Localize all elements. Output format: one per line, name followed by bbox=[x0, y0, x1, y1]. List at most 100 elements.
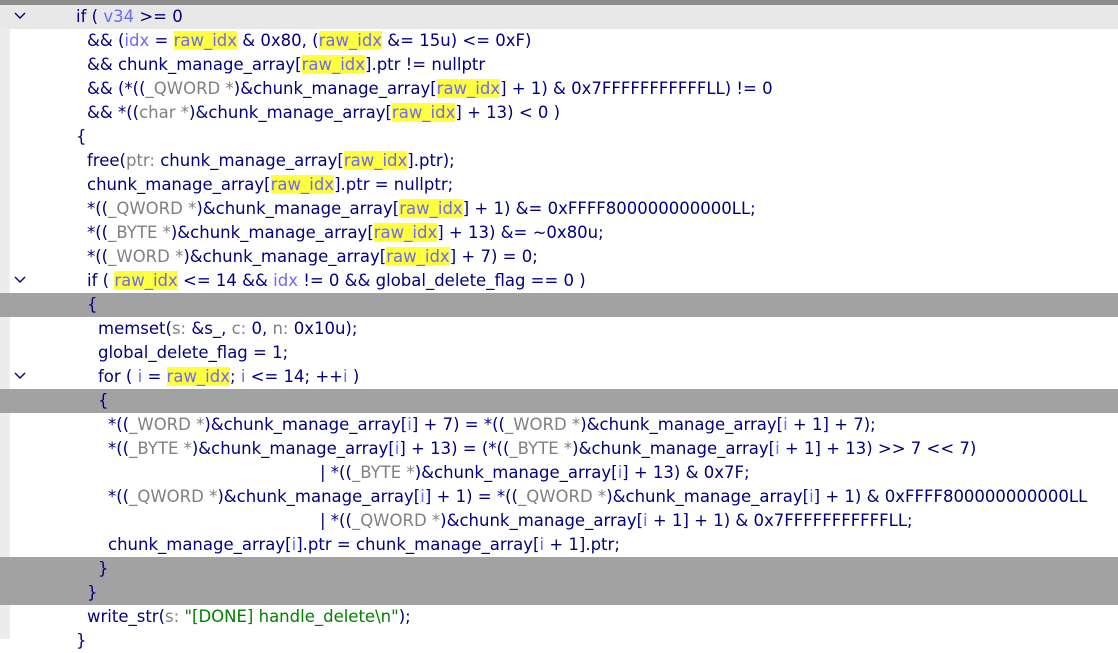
code-token[interactable]: idx bbox=[124, 31, 149, 50]
code-token[interactable]: && chunk_manage_array[ bbox=[87, 55, 302, 74]
highlighted-identifier[interactable]: raw_idx bbox=[386, 247, 450, 266]
code-token[interactable]: != 0 && global_delete_flag == 0 ) bbox=[298, 271, 586, 290]
code-line[interactable]: | *((_QWORD *)&chunk_manage_array[i + 1]… bbox=[0, 509, 1118, 533]
highlighted-identifier[interactable]: raw_idx bbox=[391, 103, 456, 122]
code-token: if ( bbox=[76, 7, 104, 26]
code-line[interactable]: } bbox=[0, 581, 1118, 605]
chevron-down-icon[interactable] bbox=[14, 269, 28, 293]
chevron-down-icon[interactable] bbox=[14, 365, 28, 389]
highlighted-identifier[interactable]: raw_idx bbox=[173, 31, 238, 50]
code-token[interactable]: chunk_manage_array[ bbox=[108, 535, 292, 554]
code-token[interactable]: global_delete_flag = 1; bbox=[98, 343, 288, 362]
code-token[interactable]: )&chunk_manage_array[ bbox=[183, 247, 386, 266]
code-line[interactable]: *((_QWORD *)&chunk_manage_array[i] + 1) … bbox=[0, 485, 1118, 509]
code-line[interactable]: if ( v34 >= 0 bbox=[0, 5, 1118, 29]
code-token[interactable]: )&chunk_manage_array[ bbox=[217, 487, 420, 506]
code-token: <= 14; ++ bbox=[245, 367, 344, 386]
code-token: } bbox=[76, 631, 87, 650]
code-line[interactable]: *((_WORD *)&chunk_manage_array[raw_idx] … bbox=[0, 245, 1118, 269]
code-token: && ( bbox=[87, 31, 125, 50]
code-token: n: bbox=[272, 319, 294, 338]
code-text: { bbox=[98, 389, 109, 413]
code-token[interactable]: write_str( bbox=[87, 607, 165, 626]
code-token[interactable]: )&chunk_manage_array[ bbox=[415, 463, 618, 482]
code-token[interactable]: )&chunk_manage_array[ bbox=[189, 103, 392, 122]
code-text: } bbox=[76, 629, 87, 653]
code-token[interactable]: + 1].ptr; bbox=[544, 535, 620, 554]
code-line[interactable]: | *((_BYTE *)&chunk_manage_array[i] + 13… bbox=[0, 461, 1118, 485]
highlighted-identifier[interactable]: raw_idx bbox=[399, 199, 463, 218]
code-token[interactable]: )&chunk_manage_array[ bbox=[580, 415, 783, 434]
code-view[interactable]: if ( v34 >= 0 && (idx = raw_idx & 0x80, (… bbox=[0, 5, 1118, 653]
code-line[interactable]: *((_BYTE *)&chunk_manage_array[i] + 13) … bbox=[0, 437, 1118, 461]
chevron-down-icon[interactable] bbox=[14, 5, 28, 29]
code-text: *((_BYTE *)&chunk_manage_array[i] + 13) … bbox=[108, 437, 976, 461]
code-token[interactable]: idx bbox=[273, 271, 298, 290]
code-token: ] + 1) & 0x7FFFFFFFFFFFLL) != 0 bbox=[500, 79, 773, 98]
code-token: ] + 7) = *(( bbox=[411, 415, 505, 434]
code-token[interactable]: memset( bbox=[98, 319, 172, 338]
code-token[interactable]: )&chunk_manage_array[ bbox=[192, 439, 395, 458]
code-line[interactable]: *((_BYTE *)&chunk_manage_array[raw_idx] … bbox=[0, 221, 1118, 245]
code-line[interactable]: for ( i = raw_idx; i <= 14; ++i ) bbox=[0, 365, 1118, 389]
code-token: } bbox=[87, 583, 98, 602]
code-token: + 1] + 7); bbox=[787, 415, 876, 434]
code-line[interactable]: && chunk_manage_array[raw_idx].ptr != nu… bbox=[0, 53, 1118, 77]
code-token[interactable]: )&chunk_manage_array[ bbox=[606, 487, 809, 506]
highlighted-identifier[interactable]: raw_idx bbox=[270, 175, 335, 194]
code-line[interactable]: { bbox=[0, 125, 1118, 149]
code-token: *(( bbox=[87, 247, 109, 266]
code-token: c: bbox=[231, 319, 252, 338]
code-text: if ( raw_idx <= 14 && idx != 0 && global… bbox=[87, 269, 586, 293]
code-token: ) bbox=[347, 367, 360, 386]
highlighted-identifier[interactable]: raw_idx bbox=[436, 79, 501, 98]
code-token[interactable]: chunk_manage_array[ bbox=[87, 175, 271, 194]
highlighted-identifier[interactable]: raw_idx bbox=[114, 271, 178, 290]
code-text: for ( i = raw_idx; i <= 14; ++i ) bbox=[98, 365, 359, 389]
code-token[interactable]: ].ptr = nullptr; bbox=[334, 175, 453, 194]
highlighted-identifier[interactable]: raw_idx bbox=[301, 55, 366, 74]
code-line[interactable]: *((_WORD *)&chunk_manage_array[i] + 7) =… bbox=[0, 413, 1118, 437]
code-line[interactable]: } bbox=[0, 557, 1118, 581]
code-line[interactable]: chunk_manage_array[raw_idx].ptr = nullpt… bbox=[0, 173, 1118, 197]
highlighted-identifier[interactable]: raw_idx bbox=[166, 367, 231, 386]
code-text: write_str(s: "[DONE] handle_delete\n"); bbox=[87, 605, 411, 629]
code-line[interactable]: && (idx = raw_idx & 0x80, (raw_idx &= 15… bbox=[0, 29, 1118, 53]
code-token: { bbox=[76, 127, 87, 146]
code-token[interactable]: )&chunk_manage_array[ bbox=[204, 415, 407, 434]
code-line[interactable]: && *((char *)&chunk_manage_array[raw_idx… bbox=[0, 101, 1118, 125]
code-token: char * bbox=[139, 103, 190, 122]
code-line[interactable]: { bbox=[0, 293, 1118, 317]
code-token: { bbox=[98, 391, 109, 410]
code-line[interactable]: memset(s: &s_, c: 0, n: 0x10u); bbox=[0, 317, 1118, 341]
code-token[interactable]: )&chunk_manage_array[ bbox=[234, 79, 437, 98]
code-line[interactable]: } bbox=[0, 629, 1118, 653]
code-token[interactable]: )&chunk_manage_array[ bbox=[171, 223, 374, 242]
code-line[interactable]: chunk_manage_array[i].ptr = chunk_manage… bbox=[0, 533, 1118, 557]
code-token: _WORD * bbox=[129, 415, 205, 434]
code-line[interactable]: if ( raw_idx <= 14 && idx != 0 && global… bbox=[0, 269, 1118, 293]
code-token[interactable]: &s_, bbox=[191, 319, 231, 338]
code-line[interactable]: *((_QWORD *)&chunk_manage_array[raw_idx]… bbox=[0, 197, 1118, 221]
code-token[interactable]: v34 bbox=[103, 7, 134, 26]
code-token[interactable]: chunk_manage_array[ bbox=[160, 151, 344, 170]
code-token: _BYTE * bbox=[129, 439, 192, 458]
code-line[interactable]: global_delete_flag = 1; bbox=[0, 341, 1118, 365]
code-token[interactable]: ].ptr != nullptr bbox=[365, 55, 485, 74]
code-token[interactable]: )&chunk_manage_array[ bbox=[196, 199, 399, 218]
code-token[interactable]: ].ptr); bbox=[407, 151, 454, 170]
code-token: & 0x80, ( bbox=[237, 31, 319, 50]
code-token[interactable]: )&chunk_manage_array[ bbox=[572, 439, 775, 458]
highlighted-identifier[interactable]: raw_idx bbox=[373, 223, 438, 242]
code-token[interactable]: )&chunk_manage_array[ bbox=[440, 511, 643, 530]
code-token: <= 14 && bbox=[177, 271, 274, 290]
code-token[interactable]: free( bbox=[87, 151, 126, 170]
code-token[interactable]: ].ptr = chunk_manage_array[ bbox=[296, 535, 539, 554]
code-line[interactable]: write_str(s: "[DONE] handle_delete\n"); bbox=[0, 605, 1118, 629]
code-token: = bbox=[142, 367, 167, 386]
highlighted-identifier[interactable]: raw_idx bbox=[318, 31, 383, 50]
code-line[interactable]: { bbox=[0, 389, 1118, 413]
code-line[interactable]: && (*((_QWORD *)&chunk_manage_array[raw_… bbox=[0, 77, 1118, 101]
code-line[interactable]: free(ptr: chunk_manage_array[raw_idx].pt… bbox=[0, 149, 1118, 173]
highlighted-identifier[interactable]: raw_idx bbox=[343, 151, 408, 170]
